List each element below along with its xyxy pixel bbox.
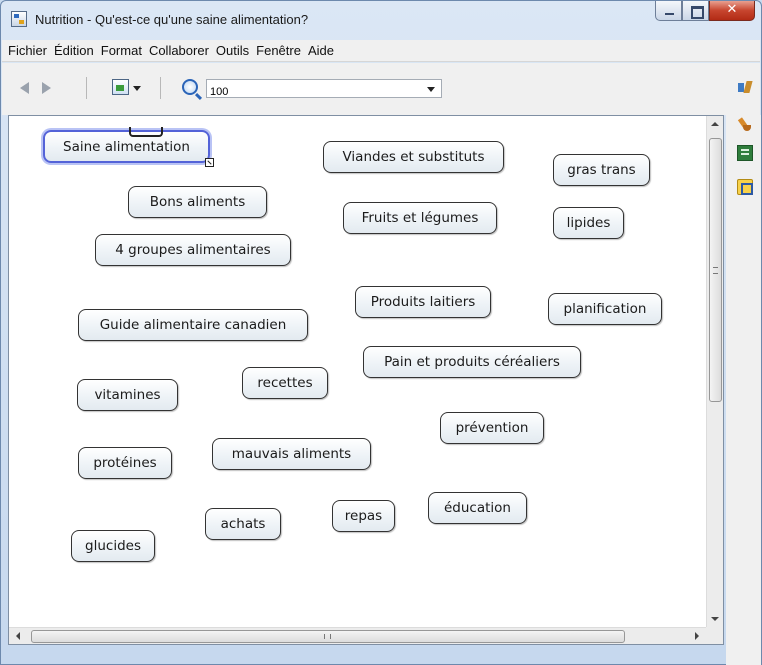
concept-label: Viandes et substituts (342, 149, 485, 165)
style-brush-icon[interactable] (737, 117, 753, 133)
vertical-scrollbar[interactable] (706, 116, 723, 627)
app-window: Nutrition - Qu'est-ce qu'une saine alime… (0, 0, 762, 665)
concept-label: éducation (444, 500, 511, 516)
concept-node[interactable]: Bons aliments (128, 186, 267, 218)
concept-label: Saine alimentation (63, 138, 190, 155)
concept-label: recettes (257, 375, 313, 391)
window-controls: ✕ (655, 1, 755, 23)
menu-aide[interactable]: Aide (308, 43, 334, 58)
concept-label: vitamines (94, 387, 161, 403)
concept-node[interactable]: glucides (71, 530, 155, 562)
concept-label: Produits laitiers (370, 294, 476, 310)
zoom-in-icon[interactable] (182, 79, 198, 95)
concept-node[interactable]: Guide alimentaire canadien (78, 309, 308, 341)
concept-label: Guide alimentaire canadien (99, 317, 287, 333)
concept-label: Fruits et légumes (361, 210, 479, 226)
concept-node[interactable]: achats (205, 508, 281, 540)
concept-label: planification (563, 301, 647, 317)
menu-outils[interactable]: Outils (216, 43, 249, 58)
concept-node[interactable]: protéines (78, 447, 172, 479)
side-tool-panel (726, 115, 761, 665)
menu-fenetre[interactable]: Fenêtre (256, 43, 301, 58)
zoom-dropdown-chevron-icon[interactable] (427, 87, 435, 92)
notebook-icon[interactable] (737, 145, 753, 161)
menu-collaborer[interactable]: Collaborer (149, 43, 209, 58)
concept-node[interactable]: éducation (428, 492, 527, 524)
concept-node[interactable]: Pain et produits céréaliers (363, 346, 581, 378)
concept-label: 4 groupes alimentaires (115, 242, 271, 258)
close-button[interactable]: ✕ (709, 1, 755, 21)
minimize-button[interactable] (655, 1, 682, 21)
close-icon: ✕ (726, 2, 738, 17)
concept-node[interactable]: recettes (242, 367, 328, 399)
concept-label: Pain et produits céréaliers (384, 354, 560, 370)
vertical-scroll-thumb[interactable] (709, 138, 722, 402)
concept-label: achats (220, 516, 266, 532)
view-mode-icon[interactable] (112, 79, 129, 95)
concept-node[interactable]: repas (332, 500, 395, 532)
concept-label: mauvais aliments (231, 446, 352, 462)
forward-arrow-icon[interactable] (42, 82, 51, 94)
menu-edition[interactable]: Édition (54, 43, 94, 58)
cmap-view-icon[interactable] (737, 179, 753, 195)
concept-label: protéines (93, 455, 157, 471)
menu-fichier[interactable]: Fichier (8, 43, 47, 58)
horizontal-scrollbar[interactable] (9, 627, 706, 644)
concept-map-canvas[interactable]: Saine alimentation Viandes et substituts… (9, 116, 706, 627)
maximize-button[interactable] (682, 1, 709, 21)
scrollbar-corner (706, 627, 723, 644)
concept-label: gras trans (567, 162, 636, 178)
title-bar[interactable]: Nutrition - Qu'est-ce qu'une saine alime… (1, 1, 761, 39)
concept-label: prévention (455, 420, 529, 436)
concept-label: glucides (85, 538, 141, 554)
zoom-select[interactable] (206, 79, 442, 101)
concept-node[interactable]: Saine alimentation (43, 127, 214, 167)
menu-format[interactable]: Format (101, 43, 142, 58)
horizontal-scroll-thumb[interactable] (31, 630, 625, 643)
toolbar-separator (160, 77, 161, 99)
concept-label: lipides (566, 215, 611, 231)
edit-tools-icon[interactable] (737, 81, 753, 95)
concept-node[interactable]: mauvais aliments (212, 438, 371, 470)
view-dropdown-chevron-icon[interactable] (133, 86, 141, 91)
concept-node[interactable]: 4 groupes alimentaires (95, 234, 291, 266)
concept-node[interactable]: lipides (553, 207, 624, 239)
toolbar-separator (86, 77, 87, 99)
link-handle-icon[interactable] (129, 127, 163, 137)
concept-node[interactable]: Produits laitiers (355, 286, 491, 318)
scroll-up-icon[interactable] (711, 122, 719, 126)
concept-node[interactable]: planification (548, 293, 662, 325)
back-arrow-icon[interactable] (20, 82, 29, 94)
concept-label: repas (344, 508, 383, 524)
map-canvas-frame: Saine alimentation Viandes et substituts… (8, 115, 724, 645)
concept-node[interactable]: vitamines (77, 379, 178, 411)
zoom-input[interactable] (207, 83, 407, 101)
concept-label: Bons aliments (149, 194, 246, 210)
window-title: Nutrition - Qu'est-ce qu'une saine alime… (35, 12, 309, 27)
scroll-right-icon[interactable] (695, 632, 699, 640)
cmap-app-icon[interactable] (11, 11, 27, 27)
toolbar (2, 63, 760, 115)
concept-node[interactable]: Fruits et légumes (343, 202, 497, 234)
concept-node[interactable]: Viandes et substituts (323, 141, 504, 173)
concept-node[interactable]: prévention (440, 412, 544, 444)
concept-node[interactable]: gras trans (553, 154, 650, 186)
menu-bar: Fichier Édition Format Collaborer Outils… (2, 40, 760, 62)
resize-handle-icon[interactable] (205, 158, 214, 167)
scroll-down-icon[interactable] (711, 617, 719, 621)
scroll-left-icon[interactable] (16, 632, 20, 640)
